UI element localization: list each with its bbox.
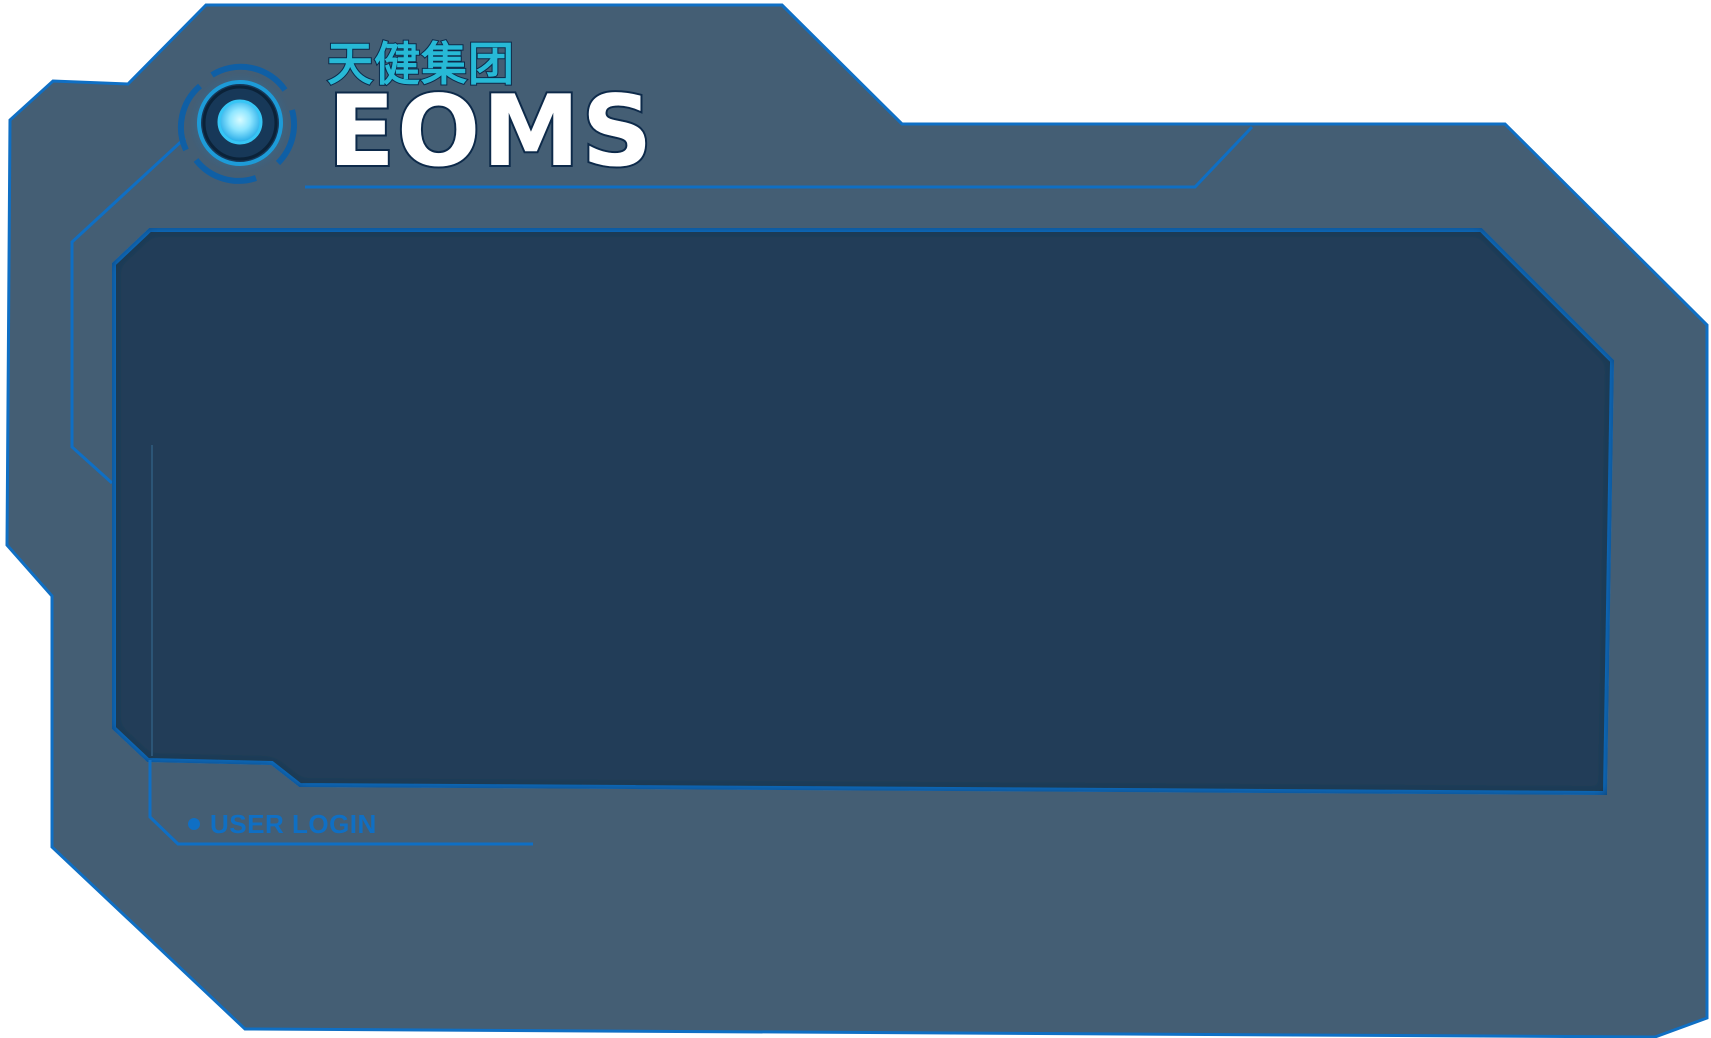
login-frame: 天健集团 EOMS USER LOGIN	[0, 0, 1711, 1038]
user-login-caption: USER LOGIN	[188, 809, 377, 839]
login-frame-graphic	[5, 3, 1709, 1038]
user-login-label: USER LOGIN	[210, 809, 377, 839]
content-panel	[112, 228, 1615, 796]
dot-icon	[188, 818, 200, 830]
brand-eoms-title: EOMS	[326, 75, 655, 189]
